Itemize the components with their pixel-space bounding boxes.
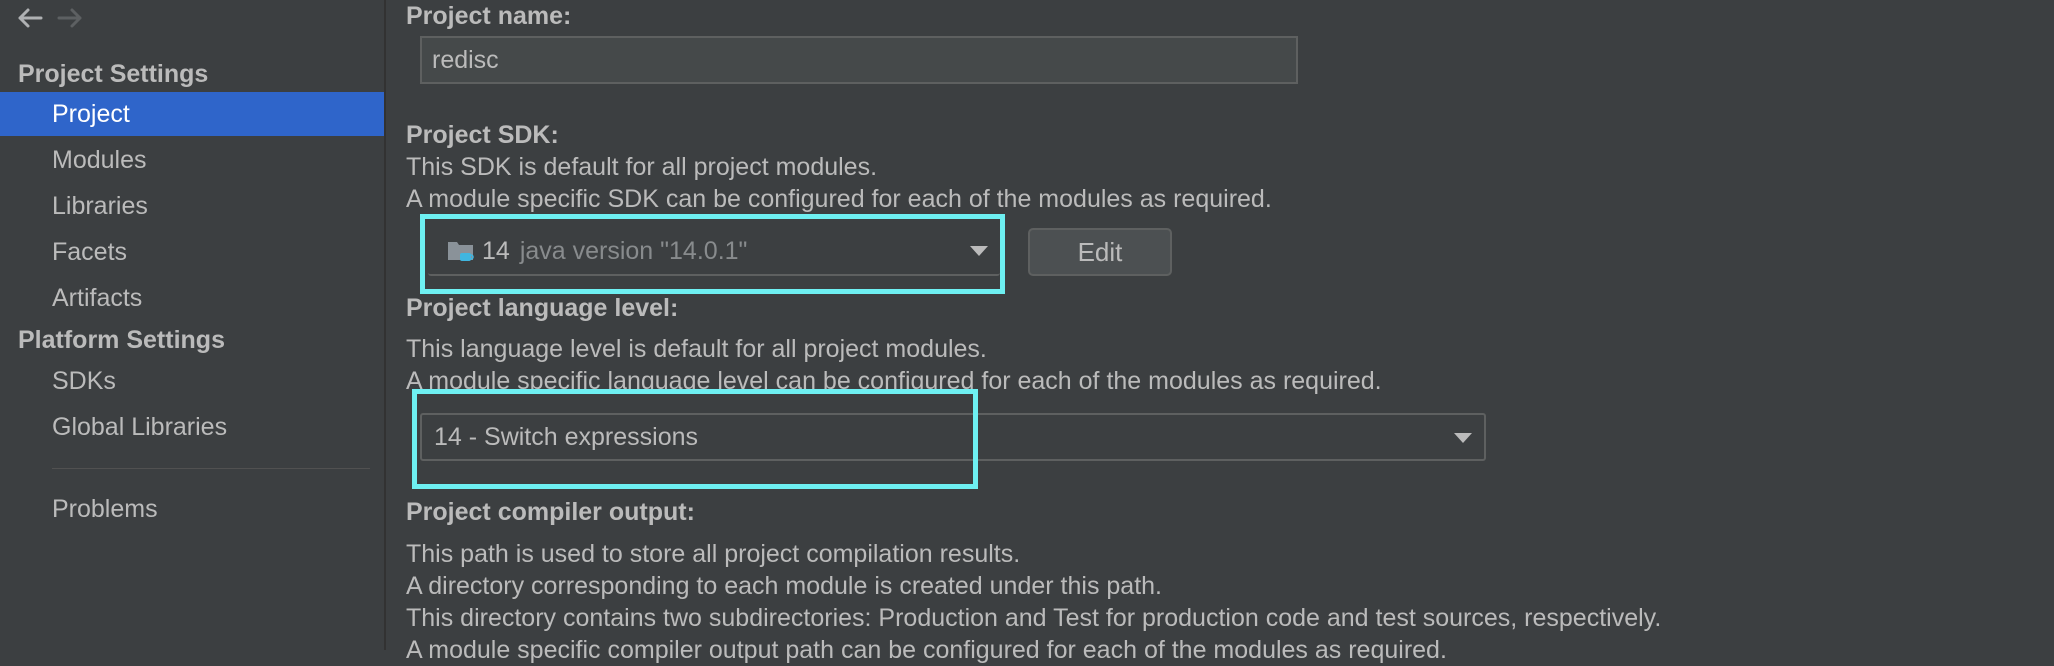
sidebar-item-sdks[interactable]: SDKs <box>0 359 384 403</box>
chevron-down-icon <box>1454 433 1472 443</box>
project-name-label: Project name: <box>406 2 572 30</box>
language-level-label: Project language level: <box>406 294 679 322</box>
compiler-output-label: Project compiler output: <box>406 498 695 526</box>
sidebar-item-artifacts[interactable]: Artifacts <box>0 276 384 320</box>
compiler-output-desc-line2: A directory corresponding to each module… <box>406 572 1162 600</box>
project-sdk-desc-line2: A module specific SDK can be configured … <box>406 185 1272 213</box>
sidebar: Project Settings Project Modules Librari… <box>0 0 384 650</box>
language-level-desc-line1: This language level is default for all p… <box>406 335 987 363</box>
edit-sdk-button[interactable]: Edit <box>1028 228 1172 276</box>
sidebar-divider <box>52 468 370 469</box>
project-sdk-desc-line1: This SDK is default for all project modu… <box>406 153 878 181</box>
sidebar-item-project[interactable]: Project <box>0 92 384 136</box>
panel-divider[interactable] <box>384 0 386 650</box>
platform-settings-header: Platform Settings <box>18 326 225 354</box>
language-level-value: 14 - Switch expressions <box>434 422 699 451</box>
project-sdk-label: Project SDK: <box>406 121 559 149</box>
project-name-input[interactable]: redisc <box>420 36 1298 84</box>
sidebar-item-global-libraries[interactable]: Global Libraries <box>0 405 384 449</box>
navigation-arrows <box>10 0 90 36</box>
compiler-output-desc-line1: This path is used to store all project c… <box>406 540 1021 568</box>
compiler-output-desc-line3: This directory contains two subdirectori… <box>406 604 1662 632</box>
sidebar-item-modules[interactable]: Modules <box>0 138 384 182</box>
project-settings-header: Project Settings <box>18 60 209 88</box>
back-arrow-icon[interactable] <box>10 0 50 36</box>
sdk-version: java version "14.0.1" <box>519 236 748 265</box>
language-level-desc-line2: A module specific language level can be … <box>406 367 1382 395</box>
chevron-down-icon <box>970 246 988 256</box>
language-level-dropdown[interactable]: 14 - Switch expressions <box>420 413 1486 461</box>
forward-arrow-icon[interactable] <box>50 0 90 36</box>
sdk-name: 14 <box>482 236 510 265</box>
java-folder-icon <box>446 236 476 266</box>
project-sdk-dropdown[interactable]: 14 java version "14.0.1" <box>428 228 1000 276</box>
sidebar-item-facets[interactable]: Facets <box>0 230 384 274</box>
sidebar-item-libraries[interactable]: Libraries <box>0 184 384 228</box>
compiler-output-desc-line4: A module specific compiler output path c… <box>406 636 1447 664</box>
sidebar-item-problems[interactable]: Problems <box>0 487 384 531</box>
